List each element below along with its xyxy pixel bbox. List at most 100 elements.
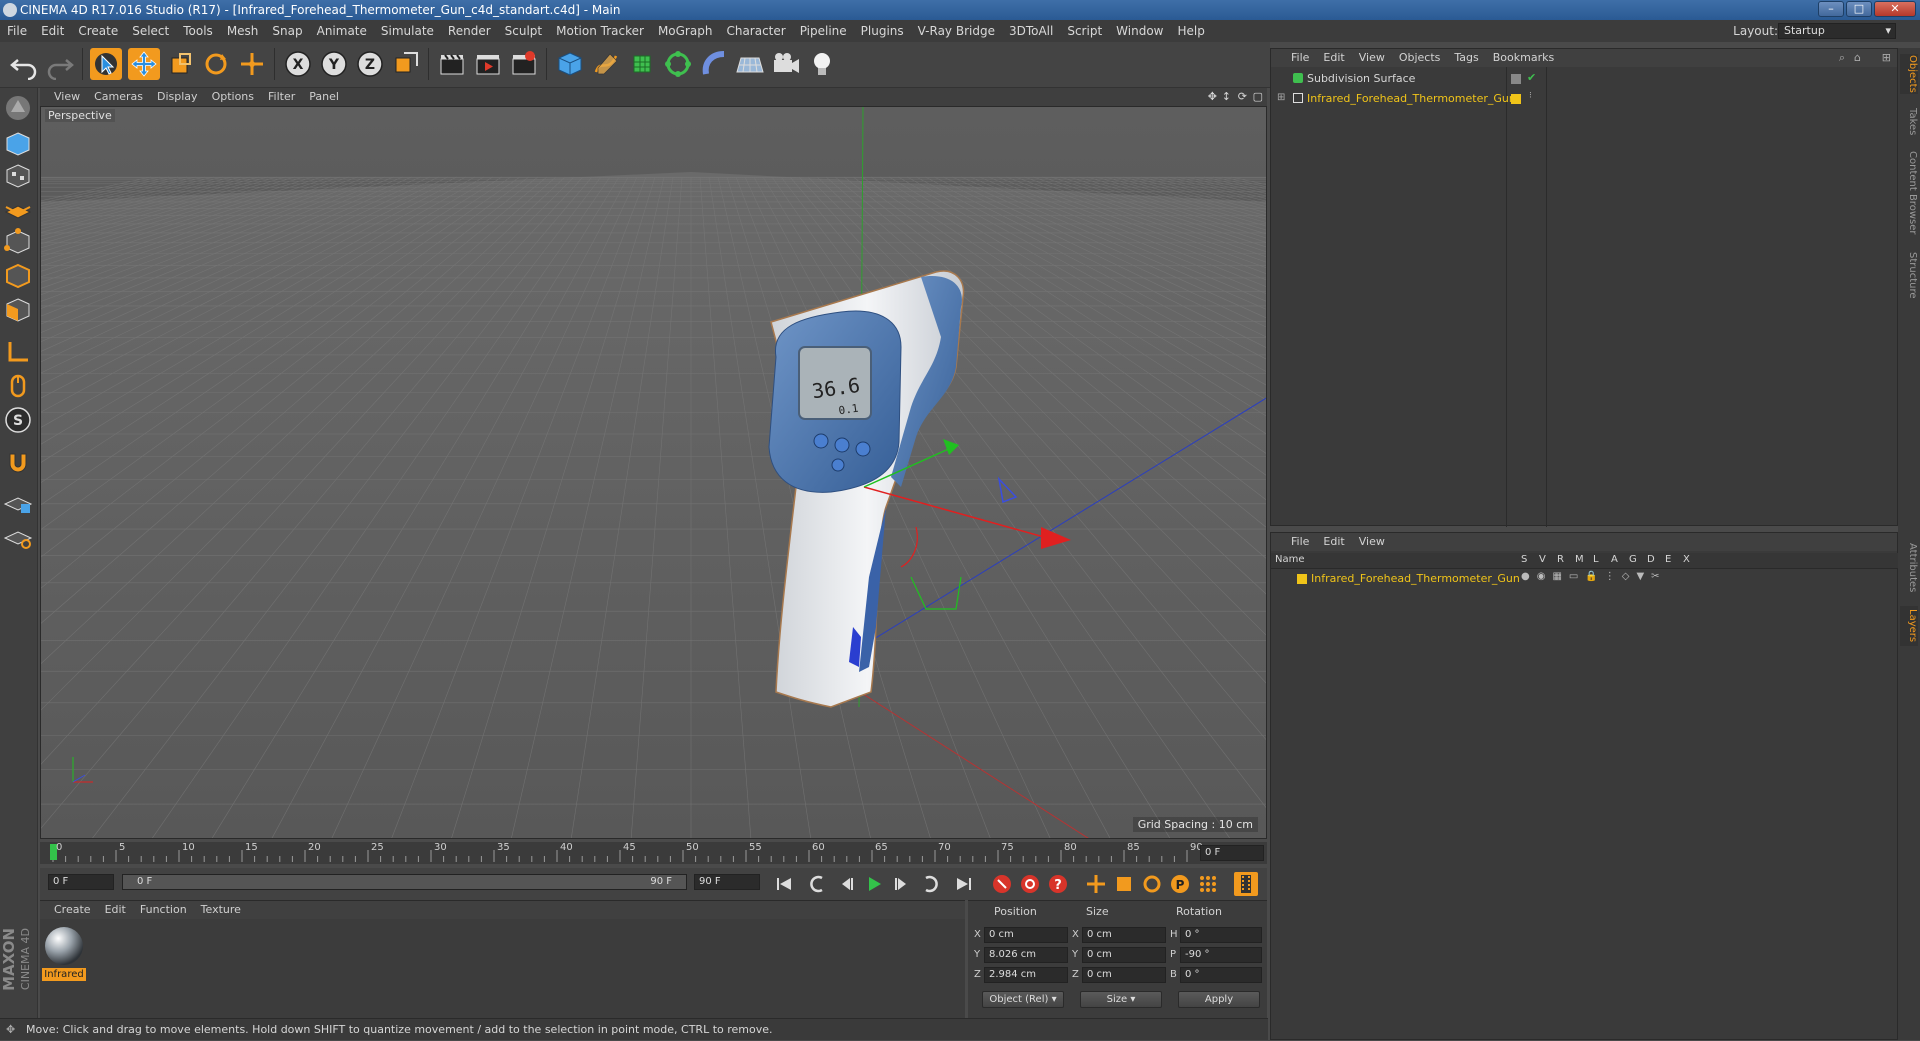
viewport-menu-filter[interactable]: Filter (261, 88, 302, 106)
layers-menu-view[interactable]: View (1352, 533, 1392, 551)
menu-help[interactable]: Help (1170, 20, 1211, 42)
viewport-menu-cameras[interactable]: Cameras (87, 88, 150, 106)
zoom-icon[interactable]: ↕ (1222, 88, 1231, 106)
add-floor-button[interactable] (734, 48, 766, 80)
planar-workplane-button[interactable] (2, 520, 34, 552)
polygons-mode-button[interactable] (2, 294, 34, 326)
layer-color-swatch[interactable] (1297, 574, 1307, 584)
position-z-field[interactable]: 2.984 cm (984, 967, 1068, 983)
add-cube-button[interactable] (554, 48, 586, 80)
orbit-icon[interactable]: ⟳ (1238, 88, 1247, 106)
menu-edit[interactable]: Edit (34, 20, 71, 42)
apply-button[interactable]: Apply (1178, 991, 1260, 1008)
rotate-tool[interactable] (200, 48, 232, 80)
tab-content-browser[interactable]: Content Browser (1900, 148, 1918, 238)
layer-row[interactable]: Infrared_Forehead_Thermometer_Gun ●◉▦▭🔒⋮… (1271, 571, 1899, 589)
texture-mode-button[interactable] (2, 160, 34, 192)
column-solo[interactable]: S (1521, 554, 1527, 565)
live-selection-tool[interactable] (90, 48, 122, 80)
rotation-p-field[interactable]: -90 ° (1180, 947, 1262, 963)
menu-vray-bridge[interactable]: V-Ray Bridge (911, 20, 1002, 42)
viewport-menu-panel[interactable]: Panel (302, 88, 346, 106)
layers-menu-file[interactable]: File (1271, 533, 1316, 551)
menu-select[interactable]: Select (125, 20, 176, 42)
menu-tools[interactable]: Tools (176, 20, 220, 42)
key-pla-button[interactable] (1196, 872, 1220, 896)
tab-objects[interactable]: Objects (1900, 54, 1918, 94)
objects-menu-view[interactable]: View (1352, 49, 1392, 67)
make-editable-button[interactable] (2, 92, 34, 124)
layer-flags-icons[interactable]: ●◉▦▭🔒⋮◇▼✂ (1521, 571, 1667, 582)
column-view[interactable]: V (1539, 554, 1546, 565)
scale-tool[interactable] (164, 48, 196, 80)
new-window-icon[interactable]: ⊞ (1882, 49, 1891, 67)
model-mode-button[interactable] (2, 128, 34, 160)
autokey-button[interactable] (1018, 872, 1042, 896)
tab-structure[interactable]: Structure (1900, 248, 1918, 303)
tweak-mode-button[interactable] (2, 370, 34, 402)
axis-mode-button[interactable] (2, 336, 34, 368)
menu-3dtoall[interactable]: 3DToAll (1002, 20, 1060, 42)
expand-icon[interactable]: ⊞ (1277, 92, 1285, 103)
start-frame-field[interactable]: 0 F (48, 874, 114, 890)
key-rotation-button[interactable] (1140, 872, 1164, 896)
column-render[interactable]: R (1557, 554, 1564, 565)
perspective-viewport[interactable]: 36.6 0.1 Perspective Grid Spacing : 10 c… (40, 106, 1267, 839)
menu-script[interactable]: Script (1060, 20, 1109, 42)
edges-mode-button[interactable] (2, 260, 34, 292)
timeline-window-button[interactable] (1234, 872, 1258, 896)
render-view-button[interactable] (436, 48, 468, 80)
tab-layers[interactable]: Layers (1900, 606, 1918, 646)
menu-mograph[interactable]: MoGraph (651, 20, 720, 42)
render-picture-viewer-button[interactable] (472, 48, 504, 80)
size-z-field[interactable]: 0 cm (1082, 967, 1166, 983)
objects-menu-objects[interactable]: Objects (1392, 49, 1448, 67)
next-frame-button[interactable] (890, 872, 914, 896)
layout-select[interactable]: Startup ▾ (1778, 23, 1896, 39)
key-position-button[interactable] (1084, 872, 1108, 896)
rotation-h-field[interactable]: 0 ° (1180, 927, 1262, 943)
previous-frame-button[interactable] (834, 872, 858, 896)
size-x-field[interactable]: 0 cm (1082, 927, 1166, 943)
render-settings-button[interactable] (508, 48, 540, 80)
go-to-start-button[interactable] (772, 872, 796, 896)
timeline-ruler[interactable]: 0 5 10 15 20 25 30 35 40 45 50 55 60 65 70 75 80 85 90 0 F (40, 842, 1267, 864)
coordinate-system-button[interactable] (390, 48, 422, 80)
next-key-button[interactable] (918, 872, 942, 896)
visibility-dots-icon[interactable]: ⁝ (1529, 91, 1532, 101)
menu-window[interactable]: Window (1109, 20, 1170, 42)
preview-range-slider[interactable]: 0 F 90 F (122, 874, 687, 890)
go-to-end-button[interactable] (952, 872, 976, 896)
previous-key-button[interactable] (806, 872, 830, 896)
position-x-field[interactable]: 0 cm (984, 927, 1068, 943)
layers-menu-edit[interactable]: Edit (1316, 533, 1351, 551)
close-button[interactable]: ✕ (1874, 1, 1916, 17)
menu-plugins[interactable]: Plugins (854, 20, 911, 42)
search-icon[interactable]: ⌕ (1839, 49, 1845, 67)
add-light-button[interactable] (806, 48, 838, 80)
menu-sculpt[interactable]: Sculpt (498, 20, 549, 42)
key-scale-button[interactable] (1112, 872, 1136, 896)
end-frame-field[interactable]: 90 F (694, 874, 760, 890)
magnet-button[interactable] (2, 446, 34, 478)
viewport-menu-display[interactable]: Display (150, 88, 205, 106)
x-axis-lock[interactable]: X (282, 48, 314, 80)
object-row-thermometer[interactable]: ⊞ Infrared_Forehead_Thermometer_Gun ⁝ (1271, 91, 1899, 109)
pan-icon[interactable]: ✥ (1208, 88, 1217, 106)
snap-button[interactable]: S (2, 404, 34, 436)
position-y-field[interactable]: 8.026 cm (984, 947, 1068, 963)
tab-attributes[interactable]: Attributes (1900, 538, 1918, 598)
add-generator-button[interactable] (626, 48, 658, 80)
layer-color-swatch[interactable] (1511, 74, 1521, 84)
keyframe-selection-button[interactable]: ? (1046, 872, 1070, 896)
lock-workplane-button[interactable] (2, 486, 34, 518)
coordinate-mode-select[interactable]: Object (Rel) ▾ (982, 991, 1064, 1008)
material-menu-create[interactable]: Create (40, 901, 98, 919)
objects-menu-edit[interactable]: Edit (1316, 49, 1351, 67)
rotation-b-field[interactable]: 0 ° (1180, 967, 1262, 983)
menu-animate[interactable]: Animate (310, 20, 374, 42)
column-locked[interactable]: L (1593, 554, 1599, 565)
menu-motion-tracker[interactable]: Motion Tracker (549, 20, 651, 42)
maximize-button[interactable]: □ (1846, 1, 1872, 17)
object-row-subdivision[interactable]: Subdivision Surface ✔ (1271, 71, 1899, 89)
